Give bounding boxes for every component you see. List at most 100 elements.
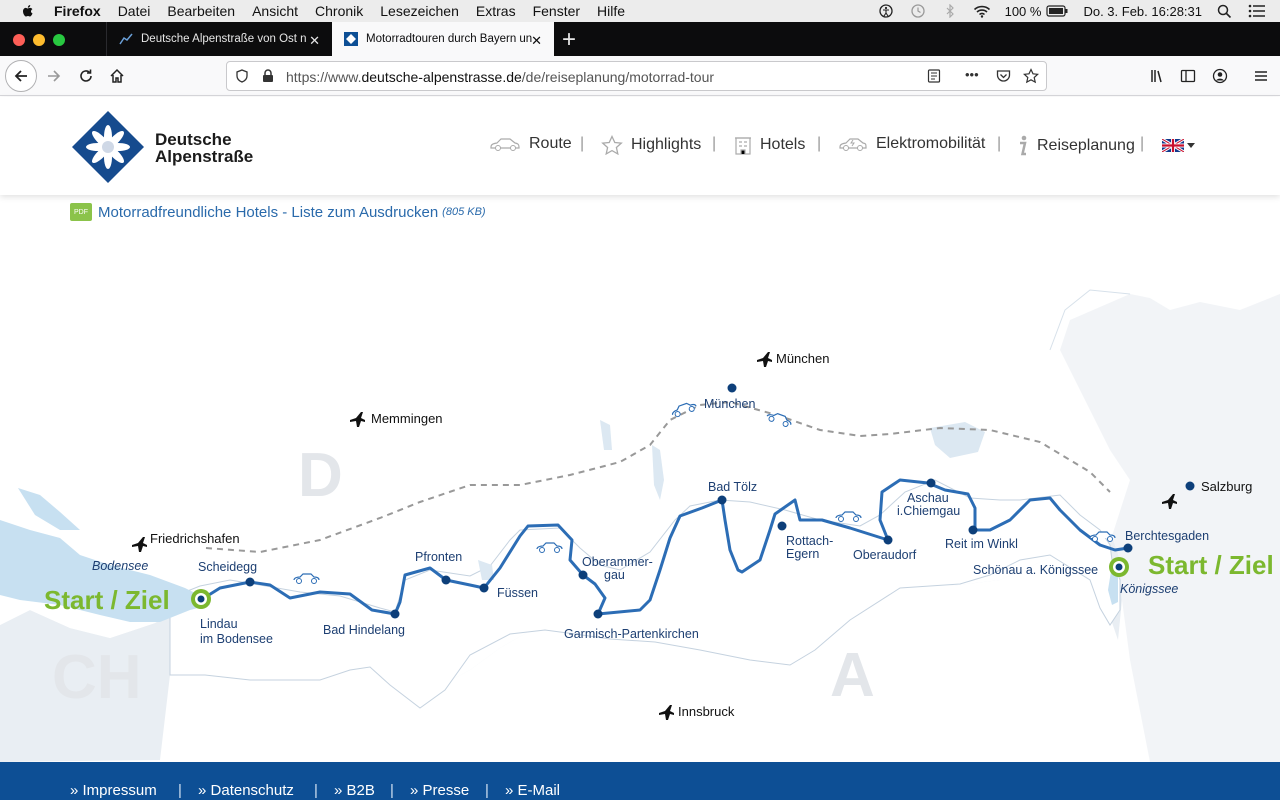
padlock-icon[interactable] bbox=[261, 69, 275, 83]
address-bar[interactable]: https://www.deutsche-alpenstrasse.de/de/… bbox=[226, 61, 1047, 91]
city-salzburg: Salzburg bbox=[1201, 479, 1252, 494]
start-marker-east[interactable] bbox=[1109, 557, 1129, 577]
tab-label: Motorradtouren durch Bayern und Tirol bbox=[366, 33, 532, 45]
pocket-icon[interactable] bbox=[996, 69, 1011, 83]
spotlight-search-icon[interactable] bbox=[1216, 4, 1234, 18]
nav-highlights[interactable]: Highlights bbox=[601, 135, 701, 155]
bluetooth-icon[interactable] bbox=[941, 4, 959, 18]
new-tab-button[interactable]: + bbox=[562, 26, 576, 54]
footer-link-presse[interactable]: » Presse bbox=[410, 782, 469, 799]
reload-button[interactable] bbox=[72, 62, 100, 90]
footer-link-b2b[interactable]: » B2B bbox=[334, 782, 375, 799]
home-button[interactable] bbox=[103, 62, 131, 90]
macos-menubar: Firefox Datei Bearbeiten Ansicht Chronik… bbox=[0, 0, 1280, 22]
town-dot[interactable] bbox=[1185, 481, 1195, 491]
nav-separator: | bbox=[712, 135, 717, 152]
tab-motorradtouren[interactable]: Motorradtouren durch Bayern und Tirol ✕ bbox=[332, 22, 554, 56]
site-header: Deutsche Alpenstraße Route | Highlights … bbox=[0, 97, 1280, 195]
menu-fenster[interactable]: Fenster bbox=[533, 3, 580, 19]
town-dot[interactable] bbox=[926, 478, 936, 488]
library-button[interactable] bbox=[1143, 62, 1171, 90]
menu-bearbeiten[interactable]: Bearbeiten bbox=[167, 3, 235, 19]
menubar-clock[interactable]: Do. 3. Feb. 16:28:31 bbox=[1083, 4, 1202, 19]
battery-icon[interactable] bbox=[1045, 4, 1069, 18]
town-dot[interactable] bbox=[968, 525, 978, 535]
town-dot[interactable] bbox=[1123, 543, 1133, 553]
site-logo-text[interactable]: Deutsche Alpenstraße bbox=[155, 131, 253, 165]
nav-reiseplanung[interactable]: Reiseplanung bbox=[1017, 135, 1135, 157]
info-icon bbox=[1020, 135, 1027, 156]
start-marker-west[interactable] bbox=[191, 589, 211, 609]
town-label-lindau: Lindau bbox=[200, 617, 238, 631]
footer-link-datenschutz[interactable]: » Datenschutz bbox=[198, 782, 294, 799]
accessibility-icon[interactable] bbox=[877, 4, 895, 18]
menu-datei[interactable]: Datei bbox=[118, 3, 151, 19]
menu-lesezeichen[interactable]: Lesezeichen bbox=[380, 3, 459, 19]
town-dot[interactable] bbox=[777, 521, 787, 531]
town-dot[interactable] bbox=[593, 609, 603, 619]
airport-muenchen: München bbox=[776, 351, 829, 366]
window-minimize-button[interactable] bbox=[33, 34, 45, 46]
language-selector[interactable] bbox=[1162, 139, 1203, 152]
menu-chronik[interactable]: Chronik bbox=[315, 3, 363, 19]
time-machine-icon[interactable] bbox=[909, 4, 927, 18]
lake-bodensee-arm bbox=[18, 488, 80, 530]
town-dot[interactable] bbox=[883, 535, 893, 545]
reader-view-icon[interactable] bbox=[927, 69, 941, 83]
sidebar-button[interactable] bbox=[1174, 62, 1202, 90]
nav-elektromobilitaet[interactable]: Elektromobilität bbox=[838, 135, 985, 153]
apple-menu-icon[interactable] bbox=[20, 3, 36, 19]
window-close-button[interactable] bbox=[13, 34, 25, 46]
tab-alpenstrasse[interactable]: Deutsche Alpenstraße von Ost nach West ✕ bbox=[106, 22, 332, 56]
town-label-pfronten: Pfronten bbox=[415, 550, 462, 564]
nav-separator: | bbox=[1140, 135, 1145, 152]
town-dot[interactable] bbox=[390, 609, 400, 619]
tab-close-icon[interactable]: ✕ bbox=[309, 33, 320, 49]
start-ziel-label-east: Start / Ziel bbox=[1148, 550, 1274, 580]
nav-route[interactable]: Route bbox=[489, 135, 572, 153]
url-text[interactable]: https://www.deutsche-alpenstrasse.de/de/… bbox=[286, 69, 714, 85]
airport-icon bbox=[757, 352, 772, 367]
page-actions-menu[interactable]: ••• bbox=[965, 67, 979, 82]
tracking-shield-icon[interactable] bbox=[235, 69, 249, 83]
town-dot[interactable] bbox=[441, 575, 451, 585]
tab-close-icon[interactable]: ✕ bbox=[531, 33, 542, 49]
town-label-oberaudorf: Oberaudorf bbox=[853, 548, 917, 562]
tab-label: Deutsche Alpenstraße von Ost nach West bbox=[141, 33, 307, 45]
town-dot[interactable] bbox=[717, 495, 727, 505]
bookmark-star-icon[interactable] bbox=[1023, 68, 1039, 84]
town-label-rottach-2: Egern bbox=[786, 547, 819, 561]
forward-button[interactable] bbox=[40, 62, 68, 90]
lake-label-koenigssee: Königssee bbox=[1120, 582, 1178, 596]
footer-link-impressum[interactable]: » Impressum bbox=[70, 782, 157, 799]
wifi-icon[interactable] bbox=[973, 4, 991, 18]
menu-extras[interactable]: Extras bbox=[476, 3, 516, 19]
footer-separator: | bbox=[485, 782, 489, 799]
town-dot[interactable] bbox=[727, 383, 737, 393]
country-label-d: D bbox=[298, 441, 343, 510]
footer-link-email[interactable]: » E-Mail bbox=[505, 782, 560, 799]
sidebar-icon bbox=[1180, 69, 1196, 83]
menu-ansicht[interactable]: Ansicht bbox=[252, 3, 298, 19]
menu-app-name[interactable]: Firefox bbox=[54, 3, 101, 19]
route-map[interactable]: D CH A Start / Ziel Start / Ziel München… bbox=[0, 230, 1280, 762]
notification-center-icon[interactable] bbox=[1248, 4, 1266, 18]
town-dot[interactable] bbox=[245, 577, 255, 587]
town-dot[interactable] bbox=[479, 583, 489, 593]
start-ziel-label-west: Start / Ziel bbox=[44, 585, 170, 615]
town-label-rottach: Rottach- bbox=[786, 534, 833, 548]
town-label-bad-hindelang: Bad Hindelang bbox=[323, 623, 405, 637]
menu-hilfe[interactable]: Hilfe bbox=[597, 3, 625, 19]
town-dot[interactable] bbox=[578, 570, 588, 580]
window-zoom-button[interactable] bbox=[53, 34, 65, 46]
nav-hotels[interactable]: Hotels bbox=[734, 135, 805, 155]
back-button[interactable] bbox=[5, 60, 37, 92]
pdf-hotel-list-link[interactable]: Motorradfreundliche Hotels - Liste zum A… bbox=[98, 204, 438, 221]
account-button[interactable] bbox=[1206, 62, 1234, 90]
town-label-oberammergau-2: gau bbox=[604, 568, 625, 582]
airport-icon bbox=[350, 412, 365, 427]
town-label-lindau-2: im Bodensee bbox=[200, 632, 273, 646]
edelweiss-logo-icon[interactable] bbox=[70, 109, 146, 185]
arrow-right-icon bbox=[48, 70, 61, 82]
app-menu-button[interactable] bbox=[1247, 62, 1275, 90]
